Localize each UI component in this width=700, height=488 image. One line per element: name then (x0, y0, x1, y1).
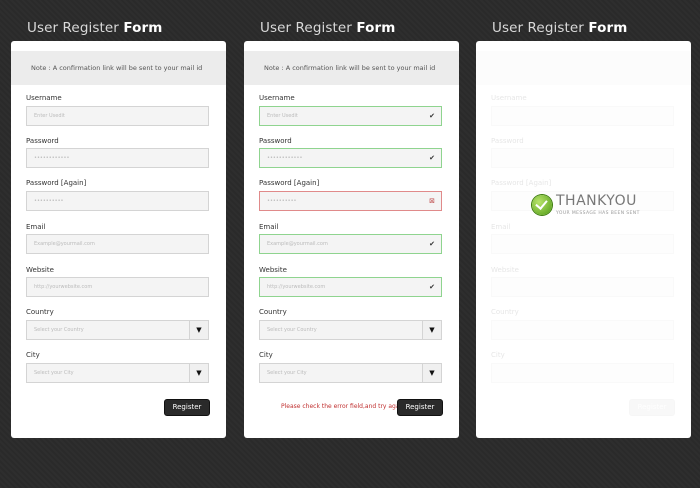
country-label: Country (491, 308, 519, 316)
city-select[interactable]: Select your City ▼ (259, 363, 442, 383)
username-label: Username (491, 94, 527, 102)
form-card: Note : A confirmation link will be sent … (11, 41, 226, 438)
city-label: City (26, 351, 40, 359)
password-again-input[interactable]: •••••••••• (26, 191, 209, 211)
username-label: Username (259, 94, 295, 102)
password-again-placeholder: •••••••••• (267, 198, 297, 204)
panel-title-text: User Register (260, 20, 357, 36)
check-icon: ✔ (429, 283, 435, 291)
panel-title: User Register Form (27, 20, 162, 36)
thankyou-subtitle: YOUR MESSAGE HAS BEEN SENT (556, 211, 640, 216)
website-input (491, 277, 674, 297)
note-banner: Note : A confirmation link will be sent … (11, 51, 226, 85)
city-placeholder: Select your City (267, 370, 307, 376)
panel-title-bold: Form (356, 20, 396, 36)
password-input[interactable]: •••••••••••• ✔ (259, 148, 442, 168)
form-card: Username Password Password [Again] Email… (476, 41, 691, 438)
email-input[interactable]: Example@yourmail.com (26, 234, 209, 254)
password-again-label: Password [Again] (491, 179, 552, 187)
password-placeholder: •••••••••••• (267, 155, 303, 161)
country-label: Country (259, 308, 287, 316)
password-label: Password (26, 137, 59, 145)
panel-title-text: User Register (492, 20, 589, 36)
email-label: Email (491, 223, 511, 231)
country-select[interactable]: Select your Country ▼ (26, 320, 209, 340)
password-again-label: Password [Again] (259, 179, 320, 187)
website-label: Website (26, 266, 54, 274)
password-input (491, 148, 674, 168)
city-label: City (491, 351, 505, 359)
country-placeholder: Select your Country (34, 327, 84, 333)
username-placeholder: Enter Usedit (34, 113, 65, 119)
panel-title: User Register Form (492, 20, 627, 36)
email-placeholder: Example@yourmail.com (267, 241, 328, 247)
country-placeholder: Select your Country (267, 327, 317, 333)
note-banner: Note : A confirmation link will be sent … (244, 51, 459, 85)
panel-title-bold: Form (123, 20, 163, 36)
city-label: City (259, 351, 273, 359)
website-label: Website (259, 266, 287, 274)
password-again-input[interactable]: •••••••••• ⊠ (259, 191, 442, 211)
username-input[interactable]: Enter Usedit ✔ (259, 106, 442, 126)
website-label: Website (491, 266, 519, 274)
website-input[interactable]: http://yourwebsite.com ✔ (259, 277, 442, 297)
password-placeholder: •••••••••••• (34, 155, 70, 161)
website-placeholder: http://yourwebsite.com (267, 284, 326, 290)
register-button: Register (629, 399, 675, 416)
dropdown-arrow-icon[interactable]: ▼ (422, 364, 441, 382)
website-placeholder: http://yourwebsite.com (34, 284, 93, 290)
email-label: Email (26, 223, 46, 231)
password-input[interactable]: •••••••••••• (26, 148, 209, 168)
country-select[interactable]: Select your Country ▼ (259, 320, 442, 340)
panel-title-text: User Register (27, 20, 124, 36)
username-label: Username (26, 94, 62, 102)
dropdown-arrow-icon[interactable]: ▼ (422, 321, 441, 339)
form-card: Note : A confirmation link will be sent … (244, 41, 459, 438)
check-icon: ✔ (429, 112, 435, 120)
dropdown-arrow-icon[interactable]: ▼ (189, 321, 208, 339)
register-button[interactable]: Register (164, 399, 210, 416)
username-input[interactable]: Enter Usedit (26, 106, 209, 126)
country-label: Country (26, 308, 54, 316)
username-placeholder: Enter Usedit (267, 113, 298, 119)
error-icon: ⊠ (429, 197, 435, 205)
password-label: Password (259, 137, 292, 145)
check-icon: ✔ (429, 154, 435, 162)
email-placeholder: Example@yourmail.com (34, 241, 95, 247)
register-button[interactable]: Register (397, 399, 443, 416)
city-placeholder: Select your City (34, 370, 74, 376)
panel-title-bold: Form (588, 20, 628, 36)
password-again-placeholder: •••••••••• (34, 198, 64, 204)
email-label: Email (259, 223, 279, 231)
city-select[interactable]: Select your City ▼ (26, 363, 209, 383)
website-input[interactable]: http://yourwebsite.com (26, 277, 209, 297)
dropdown-arrow-icon[interactable]: ▼ (189, 364, 208, 382)
check-circle-icon (532, 195, 552, 215)
note-banner (476, 51, 691, 85)
email-input[interactable]: Example@yourmail.com ✔ (259, 234, 442, 254)
city-select (491, 363, 674, 383)
email-input (491, 234, 674, 254)
country-select (491, 320, 674, 340)
error-message: Please check the error field,and try aga… (281, 403, 405, 410)
thankyou-title: THANKYOU (556, 193, 637, 209)
panel-title: User Register Form (260, 20, 395, 36)
password-label: Password (491, 137, 524, 145)
password-again-label: Password [Again] (26, 179, 87, 187)
username-input (491, 106, 674, 126)
check-icon: ✔ (429, 240, 435, 248)
